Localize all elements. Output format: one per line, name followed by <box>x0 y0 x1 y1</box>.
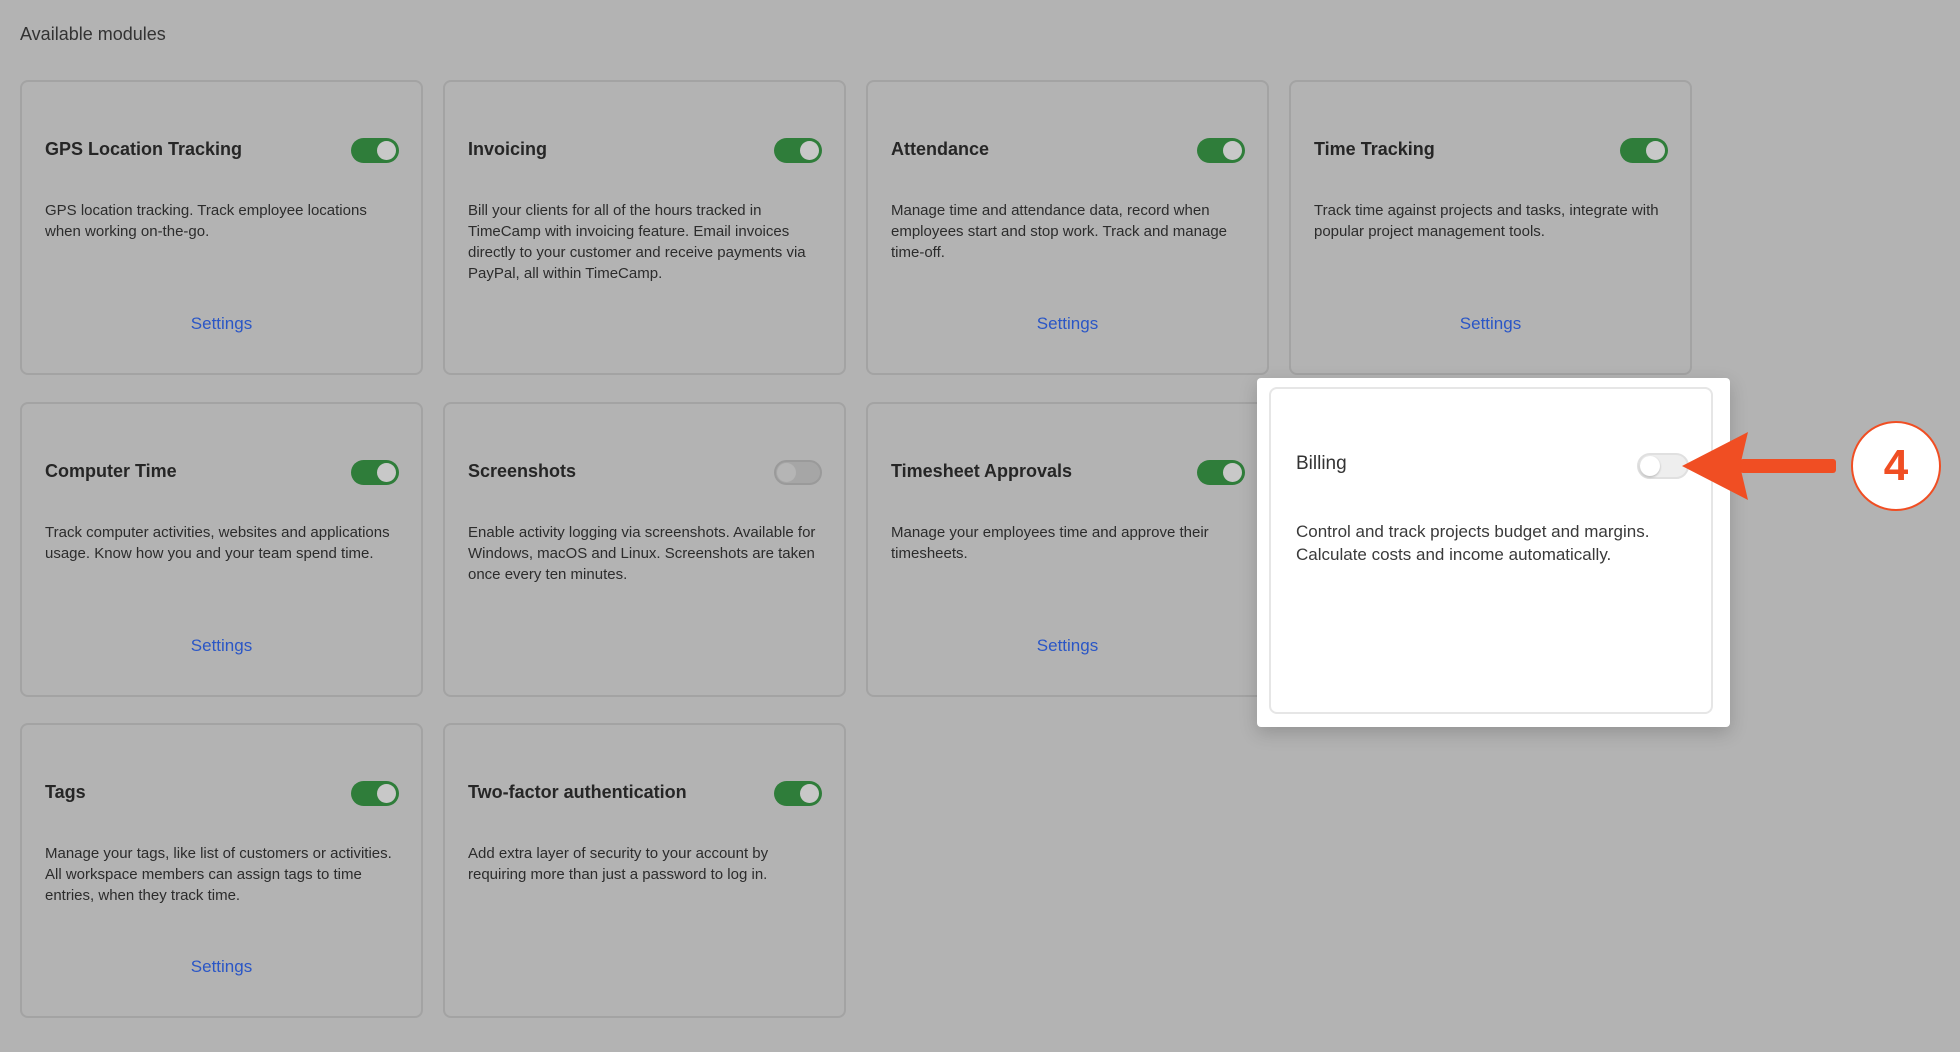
toggle-knob <box>377 784 396 803</box>
module-card-two-factor-authentication: Two-factor authentication Add extra layer… <box>443 723 846 1018</box>
module-card-invoicing: Invoicing Bill your clients for all of th… <box>443 80 846 375</box>
module-card-computer-time: Computer Time Track computer activities, … <box>20 402 423 697</box>
module-card-timesheet-approvals: Timesheet Approvals Manage your employees… <box>866 402 1269 697</box>
module-title: Invoicing <box>468 139 548 159</box>
billing-highlight: Billing Control and track projects budge… <box>1257 378 1730 727</box>
module-title: Billing <box>1296 453 1347 474</box>
module-title: Computer Time <box>45 461 177 481</box>
module-toggle-attendance[interactable] <box>1197 138 1245 163</box>
module-toggle-screenshots[interactable] <box>774 460 822 485</box>
section-title: Available modules <box>20 24 166 44</box>
toggle-knob <box>1646 141 1665 160</box>
settings-link[interactable]: Settings <box>868 636 1267 656</box>
module-toggle-invoicing[interactable] <box>774 138 822 163</box>
module-toggle-gps-location-tracking[interactable] <box>351 138 399 163</box>
module-card-screenshots: Screenshots Enable activity logging via s… <box>443 402 846 697</box>
settings-link[interactable]: Settings <box>22 636 421 656</box>
module-description: Manage your tags, like list of customers… <box>45 845 392 904</box>
module-description: Add extra layer of security to your acco… <box>468 845 769 883</box>
module-title: Time Tracking <box>1314 139 1435 159</box>
module-description: Manage your employees time and approve t… <box>891 524 1209 562</box>
module-description: Bill your clients for all of the hours t… <box>468 202 806 282</box>
module-toggle-tags[interactable] <box>351 781 399 806</box>
toggle-knob <box>800 784 819 803</box>
arrow-left-icon <box>1682 432 1836 500</box>
module-title: Attendance <box>891 139 990 159</box>
toggle-knob <box>1223 141 1242 160</box>
settings-link[interactable]: Settings <box>22 957 421 977</box>
module-description: Manage time and attendance data, record … <box>891 202 1228 261</box>
settings-link[interactable]: Settings <box>1291 314 1690 334</box>
toggle-knob <box>1223 463 1242 482</box>
module-toggle-computer-time[interactable] <box>351 460 399 485</box>
module-toggle-two-factor-authentication[interactable] <box>774 781 822 806</box>
module-title: Timesheet Approvals <box>891 461 1073 481</box>
module-title: Tags <box>45 782 86 802</box>
module-description: Enable activity logging via screenshots.… <box>468 524 816 583</box>
step-number-badge: 4 <box>1851 421 1941 511</box>
toggle-knob <box>777 463 796 482</box>
settings-link[interactable]: Settings <box>868 314 1267 334</box>
module-toggle-time-tracking[interactable] <box>1620 138 1668 163</box>
toggle-knob <box>377 463 396 482</box>
module-card-billing: Billing Control and track projects budge… <box>1269 387 1713 714</box>
toggle-knob <box>377 141 396 160</box>
module-title: Screenshots <box>468 461 577 481</box>
module-title: Two-factor authentication <box>468 782 687 802</box>
module-description: Control and track projects budget and ma… <box>1296 522 1650 564</box>
module-card-attendance: Attendance Manage time and attendance dat… <box>866 80 1269 375</box>
toggle-knob <box>1640 456 1660 476</box>
settings-link[interactable]: Settings <box>22 314 421 334</box>
module-card-time-tracking: Time Tracking Track time against projects… <box>1289 80 1692 375</box>
module-card-tags: Tags Manage your tags, like list of custo… <box>20 723 423 1018</box>
module-toggle-timesheet-approvals[interactable] <box>1197 460 1245 485</box>
toggle-knob <box>800 141 819 160</box>
module-description: Track computer activities, websites and … <box>45 524 390 562</box>
module-title: GPS Location Tracking <box>45 139 243 159</box>
module-description: Track time against projects and tasks, i… <box>1314 202 1659 240</box>
module-description: GPS location tracking. Track employee lo… <box>45 202 367 240</box>
module-card-gps-location-tracking: GPS Location Tracking GPS location tracki… <box>20 80 423 375</box>
